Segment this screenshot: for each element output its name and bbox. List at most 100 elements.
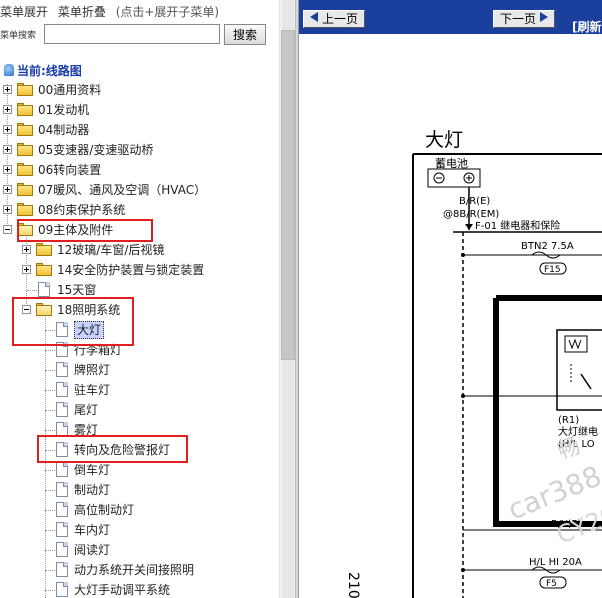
tree-item-label[interactable]: 15天窗 — [57, 282, 96, 298]
expand-plus-icon[interactable] — [22, 265, 31, 274]
tree-item-label[interactable]: 驻车灯 — [74, 382, 110, 398]
document-icon — [56, 522, 68, 537]
tree-branch-line — [45, 570, 55, 571]
tree-item[interactable]: 尾灯 — [0, 400, 279, 420]
document-icon — [56, 542, 68, 557]
tree-item[interactable]: 05变速器/变速驱动桥 — [0, 140, 279, 160]
collapse-all-link[interactable]: 菜单折叠 — [58, 5, 106, 19]
tree-item-label[interactable]: 05变速器/变速驱动桥 — [38, 142, 153, 158]
search-input[interactable] — [44, 24, 220, 44]
next-page-label: 下一页 — [500, 12, 537, 26]
page-nav-bar: 上一页 下一页 [刷新 — [299, 0, 602, 34]
document-icon — [56, 502, 68, 517]
tree-branch-line — [45, 390, 55, 391]
refresh-link[interactable]: [刷新 — [572, 18, 602, 35]
document-icon — [56, 362, 68, 377]
tree-item[interactable]: 高位制动灯 — [0, 500, 279, 520]
tree-branch-line — [45, 470, 55, 471]
menu-toolbar: 菜单展开 菜单折叠 (点击+展开子菜单) — [0, 3, 225, 21]
folder-icon — [17, 83, 33, 96]
highlight-box-body — [17, 219, 153, 242]
tree-item-label[interactable]: 动力系统开关间接照明 — [74, 562, 194, 578]
expand-plus-icon[interactable] — [3, 185, 12, 194]
fuse2-id: F5 — [546, 579, 557, 589]
tree-item-label[interactable]: 大灯手动调平系统 — [74, 582, 170, 598]
tree-item-label[interactable]: 14安全防护装置与锁定装置 — [57, 262, 204, 278]
relay-name: 大灯继电 — [558, 425, 598, 438]
tree-item[interactable]: 车内灯 — [0, 520, 279, 540]
current-location-label: 当前:线路图 — [17, 64, 82, 78]
expand-all-link[interactable]: 菜单展开 — [0, 5, 48, 19]
tree-item-label[interactable]: 00通用资料 — [38, 82, 101, 98]
tree-item[interactable]: 大灯手动调平系统 — [0, 580, 279, 598]
tree-item-label[interactable]: 高位制动灯 — [74, 502, 134, 518]
fuse1-id: F15 — [544, 265, 561, 275]
search-button[interactable]: 搜索 — [224, 24, 266, 45]
tree-item[interactable]: 07暖风、通风及空调（HVAC） — [0, 180, 279, 200]
tree-item-label[interactable]: 制动灯 — [74, 482, 110, 498]
highlight-box-turn-signal — [37, 435, 188, 463]
tree-item-label[interactable]: 01发动机 — [38, 102, 89, 118]
globe-icon — [4, 64, 14, 76]
tree-item-label[interactable]: 12玻璃/车窗/后视镜 — [57, 242, 164, 258]
folder-icon — [17, 143, 33, 156]
expand-plus-icon[interactable] — [22, 245, 31, 254]
tree-item-label[interactable]: 牌照灯 — [74, 362, 110, 378]
current-location[interactable]: 当前:线路图 — [4, 62, 82, 78]
document-icon — [56, 402, 68, 417]
folder-icon — [17, 103, 33, 116]
tree-item[interactable]: 牌照灯 — [0, 360, 279, 380]
expand-plus-icon[interactable] — [3, 145, 12, 154]
tree-item-label[interactable]: 06转向装置 — [38, 162, 101, 178]
scrollbar-thumb[interactable] — [281, 30, 295, 360]
tree-item[interactable]: 14安全防护装置与锁定装置 — [0, 260, 279, 280]
folder-icon — [17, 183, 33, 196]
tree-branch-line — [27, 290, 37, 291]
tree-item-label[interactable]: 08约束保护系统 — [38, 202, 125, 218]
expand-plus-icon[interactable] — [3, 125, 12, 134]
document-icon — [56, 382, 68, 397]
tree-item[interactable]: 制动灯 — [0, 480, 279, 500]
tree-item[interactable]: 阅读灯 — [0, 540, 279, 560]
tree-branch-line — [45, 430, 55, 431]
document-icon — [38, 282, 50, 297]
document-icon — [56, 582, 68, 597]
relay-id: (R1) — [558, 415, 579, 426]
tree-item-label[interactable]: 车内灯 — [74, 522, 110, 538]
expand-plus-icon[interactable] — [3, 105, 12, 114]
tree-branch-line — [45, 410, 55, 411]
battery-label: 蓄电池 — [435, 157, 468, 170]
tree-item-label[interactable]: 07暖风、通风及空调（HVAC） — [38, 182, 206, 198]
tree-item-label[interactable]: 阅读灯 — [74, 542, 110, 558]
folder-icon — [36, 243, 52, 256]
tree-item[interactable]: 00通用资料 — [0, 80, 279, 100]
tree-branch-line — [45, 370, 55, 371]
next-page-button[interactable]: 下一页 — [493, 10, 556, 28]
tree-item[interactable]: 08约束保护系统 — [0, 200, 279, 220]
tree-scrollbar[interactable] — [279, 0, 295, 598]
tree-item[interactable]: 06转向装置 — [0, 160, 279, 180]
prev-page-label: 上一页 — [322, 12, 359, 26]
relay-box-label: F-01 继电器和保险 — [475, 219, 560, 232]
tree-item[interactable]: 12玻璃/车窗/后视镜 — [0, 240, 279, 260]
tree-item-label[interactable]: 倒车灯 — [74, 462, 110, 478]
tree-item-label[interactable]: 尾灯 — [74, 402, 98, 418]
diagram-title: 大灯 — [425, 129, 463, 151]
document-pane: 上一页 下一页 [刷新 大灯 蓄电池 B/R(E) @8B/R(EM) F-01… — [299, 0, 602, 598]
tree-item-label[interactable]: 04制动器 — [38, 122, 89, 138]
tree-item[interactable]: 驻车灯 — [0, 380, 279, 400]
expand-plus-icon[interactable] — [3, 205, 12, 214]
tree-item[interactable]: 动力系统开关间接照明 — [0, 560, 279, 580]
document-icon — [56, 462, 68, 477]
prev-page-button[interactable]: 上一页 — [303, 10, 366, 28]
expand-plus-icon[interactable] — [3, 85, 12, 94]
highlight-box-lighting — [12, 297, 134, 346]
menu-search-row: 菜单搜索 搜索 — [0, 24, 270, 46]
expand-plus-icon[interactable] — [3, 165, 12, 174]
collapse-minus-icon[interactable] — [3, 225, 12, 234]
tree-item[interactable]: 04制动器 — [0, 120, 279, 140]
tree-item[interactable]: 倒车灯 — [0, 460, 279, 480]
tree-item[interactable]: 01发动机 — [0, 100, 279, 120]
fuse1-label: BTN2 7.5A — [521, 241, 574, 252]
wiring-diagram: 大灯 蓄电池 B/R(E) @8B/R(EM) F-01 继电器和保险 BTN2… — [345, 129, 602, 598]
